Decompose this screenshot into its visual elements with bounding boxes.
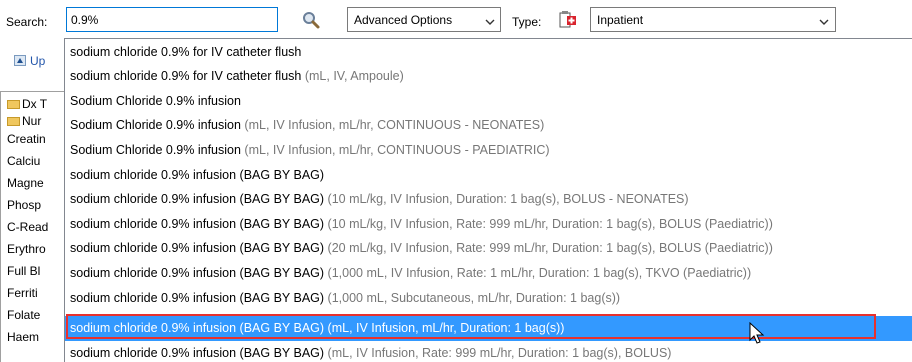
suggestion-item[interactable]: sodium chloride 0.9% infusion (BAG BY BA… (65, 212, 912, 237)
folder-item[interactable]: Dx T (7, 97, 47, 111)
mouse-pointer-icon (749, 322, 765, 344)
suggestion-name: sodium chloride 0.9% infusion (BAG BY BA… (70, 241, 325, 256)
suggestion-name: sodium chloride 0.9% infusion (BAG BY BA… (70, 346, 325, 360)
suggestion-name: sodium chloride 0.9% infusion (BAG BY BA… (70, 192, 325, 207)
suggestion-details: (20 mL/kg, IV Infusion, Rate: 999 mL/hr,… (324, 241, 773, 256)
folder-item-label: Dx T (22, 97, 48, 111)
advanced-options-label: Advanced Options (354, 13, 453, 27)
suggestion-item[interactable]: sodium chloride 0.9% infusion (BAG BY BA… (65, 261, 912, 286)
folder-item[interactable]: Nur (7, 114, 41, 128)
type-select[interactable]: Inpatient (590, 7, 836, 32)
folder-icon (7, 100, 20, 109)
suggestion-details: (mL, IV Infusion, Rate: 999 mL/hr, Durat… (324, 346, 672, 360)
suggestion-name: sodium chloride 0.9% infusion (BAG BY BA… (70, 321, 325, 335)
suggestion-details: (mL, IV Infusion, mL/hr, CONTINUOUS - PA… (240, 142, 550, 157)
suggestion-dropdown: sodium chloride 0.9% for IV catheter flu… (64, 38, 912, 362)
suggestion-item-selected[interactable]: sodium chloride 0.9% infusion (BAG BY BA… (65, 316, 912, 341)
suggestion-item[interactable]: Sodium Chloride 0.9% infusion (mL, IV In… (65, 113, 912, 138)
suggestion-item[interactable]: sodium chloride 0.9% infusion (BAG BY BA… (65, 236, 912, 261)
suggestion-name: sodium chloride 0.9% infusion (BAG BY BA… (70, 265, 325, 280)
up-button[interactable]: Up (14, 54, 45, 68)
suggestion-name: sodium chloride 0.9% infusion (BAG BY BA… (70, 290, 325, 305)
search-input[interactable] (66, 7, 278, 32)
suggestion-item[interactable]: sodium chloride 0.9% for IV catheter flu… (65, 64, 912, 89)
suggestion-details: (1,000 mL, IV Infusion, Rate: 1 mL/hr, D… (324, 265, 752, 280)
suggestion-details: (10 mL/kg, IV Infusion, Duration: 1 bag(… (324, 192, 689, 207)
up-arrow-icon (14, 55, 26, 66)
suggestion-name: Sodium Chloride 0.9% infusion (70, 118, 241, 133)
suggestion-item[interactable]: sodium chloride 0.9% for IV catheter flu… (65, 40, 912, 65)
suggestion-name: sodium chloride 0.9% infusion (BAG BY BA… (70, 216, 325, 231)
list-item[interactable]: Erythro (7, 242, 46, 256)
suggestion-details: (mL, IV, Ampoule) (301, 69, 404, 84)
suggestion-item[interactable]: sodium chloride 0.9% infusion (BAG BY BA… (65, 187, 912, 212)
list-item[interactable]: Calciu (7, 154, 40, 168)
type-label: Type: (512, 15, 542, 29)
list-item[interactable]: Creatin (7, 132, 46, 146)
advanced-options-select[interactable]: Advanced Options (347, 7, 501, 32)
type-value: Inpatient (597, 13, 644, 27)
chevron-down-icon (485, 19, 495, 25)
inpatient-type-icon (556, 8, 578, 30)
left-folder-panel: Dx T Nur Creatin Calciu Magne Phosp C-Re… (0, 91, 70, 362)
suggestion-details: (10 mL/kg, IV Infusion, Rate: 999 mL/hr,… (324, 216, 773, 231)
suggestion-item[interactable]: sodium chloride 0.9% infusion (BAG BY BA… (65, 286, 912, 311)
folder-item-label: Nur (22, 114, 42, 128)
suggestion-details: (mL, IV Infusion, mL/hr, Duration: 1 bag… (324, 321, 565, 335)
folder-icon (7, 117, 20, 126)
suggestion-name: sodium chloride 0.9% for IV catheter flu… (70, 44, 302, 59)
list-item[interactable]: Haem (7, 330, 39, 344)
suggestion-item[interactable]: sodium chloride 0.9% infusion (BAG BY BA… (65, 341, 912, 362)
suggestion-name: Sodium Chloride 0.9% infusion (70, 93, 241, 108)
suggestion-item[interactable]: sodium chloride 0.9% infusion (BAG BY BA… (65, 163, 912, 188)
list-item[interactable]: Phosp (7, 198, 41, 212)
chevron-down-icon (819, 19, 829, 25)
suggestion-item[interactable]: Sodium Chloride 0.9% infusion (65, 89, 912, 114)
list-item[interactable]: C-Read (7, 220, 48, 234)
up-label: Up (30, 54, 46, 68)
suggestion-item[interactable]: Sodium Chloride 0.9% infusion (mL, IV In… (65, 138, 912, 163)
suggestion-name: sodium chloride 0.9% for IV catheter flu… (70, 69, 302, 84)
list-item[interactable]: Full Bl (7, 264, 40, 278)
suggestion-details: (1,000 mL, Subcutaneous, mL/hr, Duration… (324, 290, 621, 305)
suggestion-details: (mL, IV Infusion, mL/hr, CONTINUOUS - NE… (240, 118, 545, 133)
search-icon[interactable] (301, 10, 321, 30)
search-label: Search: (6, 15, 48, 29)
list-item[interactable]: Ferriti (7, 286, 38, 300)
suggestion-name: sodium chloride 0.9% infusion (BAG BY BA… (70, 167, 325, 182)
suggestion-name: Sodium Chloride 0.9% infusion (70, 142, 241, 157)
list-item[interactable]: Magne (7, 176, 44, 190)
list-item[interactable]: Folate (7, 308, 40, 322)
